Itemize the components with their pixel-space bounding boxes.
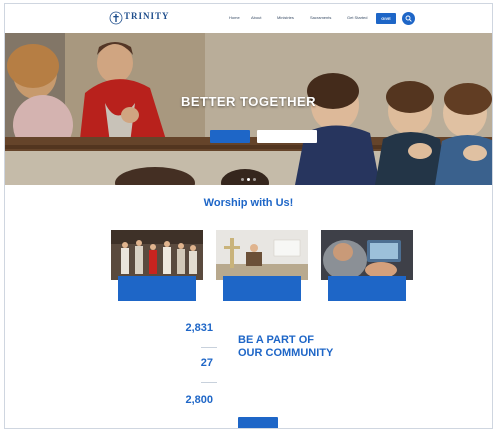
hero-primary-button[interactable] xyxy=(210,130,250,143)
card-photo xyxy=(216,230,308,280)
logo-name: TRINITY xyxy=(124,11,170,21)
search-icon xyxy=(405,15,412,22)
community-title-line2: OUR COMMUNITY xyxy=(238,347,334,359)
stat-item: 27 xyxy=(201,357,213,370)
stat-value: 2,831 xyxy=(185,322,213,334)
page-frame: TRINITY Home About Ministries Sacraments… xyxy=(4,3,493,429)
nav-item-about[interactable]: About xyxy=(251,15,261,20)
hero-title: BETTER TOGETHER xyxy=(180,94,317,109)
worship-title: Worship with Us! xyxy=(203,197,294,209)
slider-dot[interactable] xyxy=(253,178,256,181)
community-title-line1: BE A PART OF xyxy=(238,334,314,346)
community-button[interactable] xyxy=(238,417,278,428)
cross-logo-icon xyxy=(109,11,123,25)
slider-dot[interactable] xyxy=(241,178,244,181)
card-info-box xyxy=(328,276,406,301)
stat-value: 2,800 xyxy=(185,394,213,406)
site-header: TRINITY Home About Ministries Sacraments… xyxy=(5,4,492,33)
search-button[interactable] xyxy=(402,12,415,25)
nav-item-get-started[interactable]: Get Started xyxy=(347,15,367,20)
nav-item-home[interactable]: Home xyxy=(229,15,240,20)
worship-card-weekend[interactable] xyxy=(111,230,203,306)
community-title: BE A PART OF OUR COMMUNITY xyxy=(238,334,333,360)
card-photo xyxy=(321,230,413,280)
stat-item: 2,800 xyxy=(185,394,213,407)
worship-card-livestream[interactable] xyxy=(321,230,413,306)
hero-photo xyxy=(5,33,492,185)
stat-divider xyxy=(201,347,217,348)
nav-item-ministries[interactable]: Ministries xyxy=(277,15,294,20)
stat-item: 2,831 xyxy=(185,322,213,335)
hero-secondary-button[interactable] xyxy=(257,130,317,143)
stat-value: 27 xyxy=(200,357,213,369)
card-photo xyxy=(111,230,203,280)
stat-divider xyxy=(201,382,217,383)
card-info-box xyxy=(223,276,301,301)
slider-dots xyxy=(5,178,492,181)
card-info-box xyxy=(118,276,196,301)
give-button[interactable]: GIVE xyxy=(376,13,396,24)
site-logo[interactable]: TRINITY xyxy=(109,10,171,26)
nav-item-sacraments[interactable]: Sacraments xyxy=(310,15,331,20)
hero-banner: BETTER TOGETHER xyxy=(5,33,492,185)
slider-dot[interactable] xyxy=(247,178,250,181)
worship-card-weekday[interactable] xyxy=(216,230,308,306)
